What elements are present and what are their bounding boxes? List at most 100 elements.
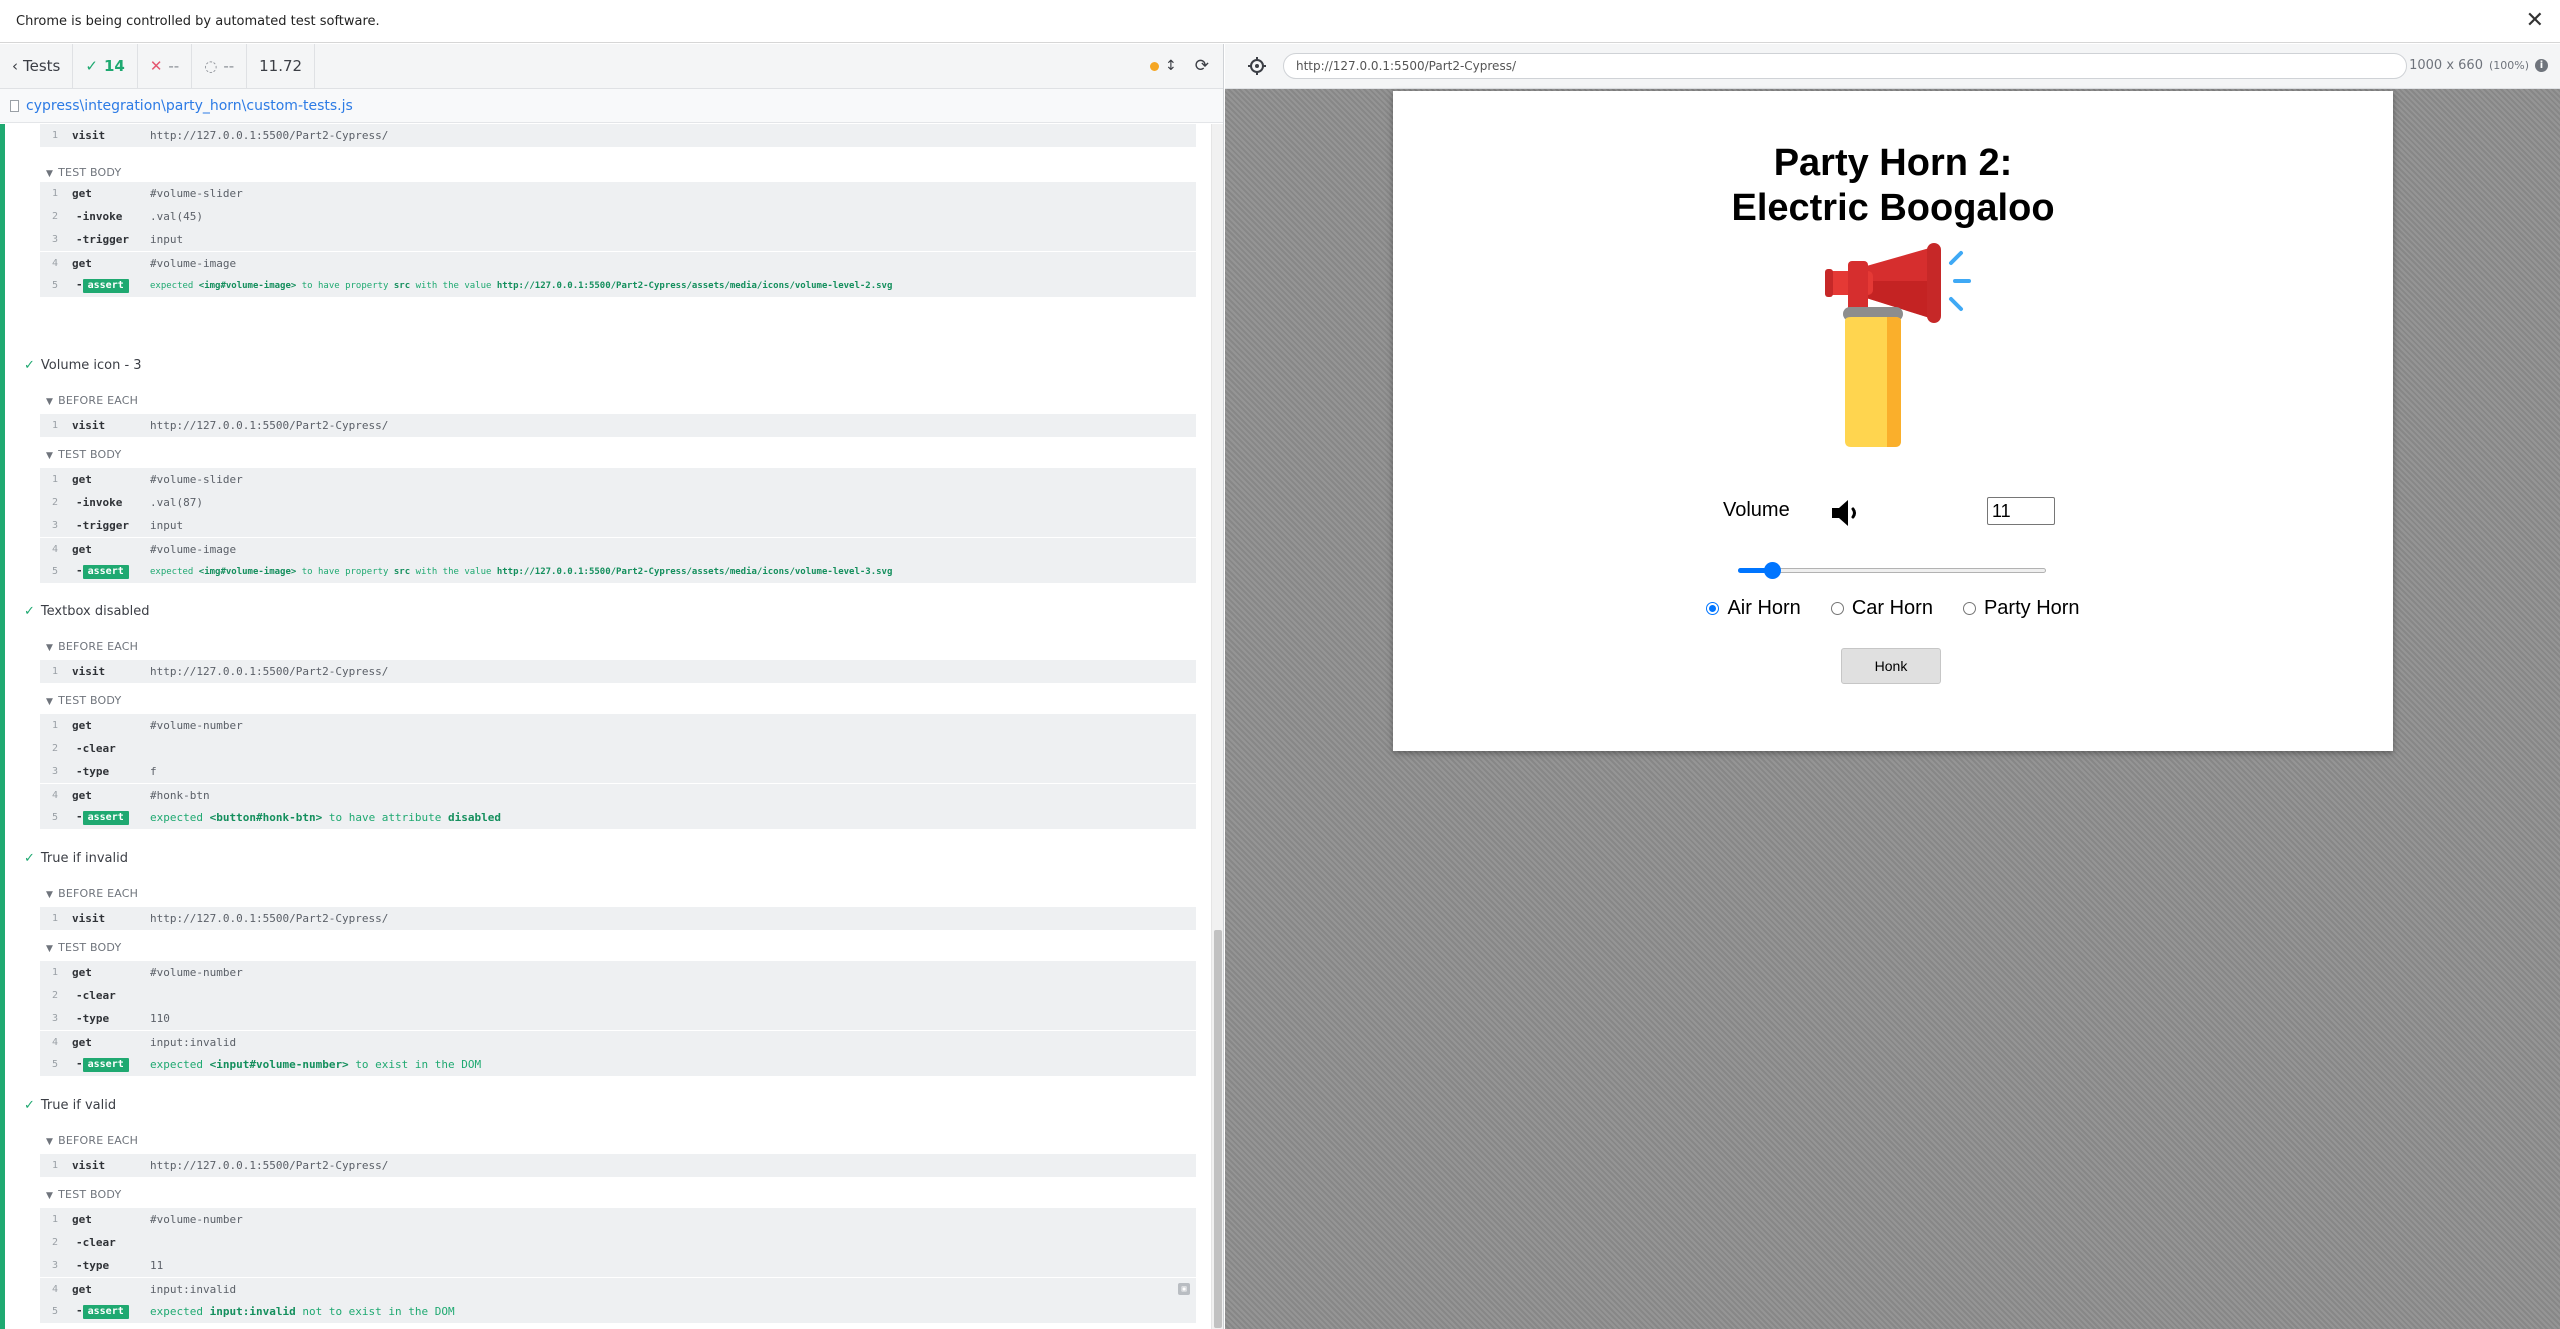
command-row[interactable]: 2 -clear — [40, 1231, 1196, 1254]
command-row[interactable]: 4 get input:invalid — [40, 1030, 1196, 1053]
failed-stat: ✕ -- — [138, 44, 193, 89]
assert-row[interactable]: 5- assert expected <button#honk-btn> to h… — [40, 806, 1196, 829]
volume-slider[interactable] — [1738, 561, 2046, 581]
assert-badge: assert — [82, 279, 129, 293]
check-icon: ✓ — [24, 1098, 35, 1113]
test-body-commands: 1 get #volume-slider 2 -invoke .val(45) 3 -tr… — [40, 182, 1196, 297]
test-body-label[interactable]: ▼ TEST BODY — [46, 1188, 121, 1201]
chevron-left-icon: ‹ — [12, 57, 18, 75]
command-row[interactable]: 1 visit http://127.0.0.1:5500/Part2-Cypres… — [40, 660, 1196, 683]
test-title[interactable]: ✓ Volume icon - 3 — [24, 358, 142, 373]
test-body-label[interactable]: ▼ TEST BODY — [46, 694, 121, 707]
before-each-commands: 1 visit http://127.0.0.1:5500/Part2-Cypres… — [40, 1154, 1196, 1177]
spec-path-bar: cypress\integration\party_horn\custom-te… — [0, 89, 1223, 123]
test-title[interactable]: ✓ Textbox disabled — [24, 604, 150, 619]
command-row[interactable]: 2 -clear — [40, 737, 1196, 760]
assert-badge: assert — [82, 1305, 129, 1319]
before-each-label[interactable]: ▼ BEFORE EACH — [46, 1134, 138, 1147]
command-row[interactable]: 4 get #honk-btn — [40, 783, 1196, 806]
command-row[interactable]: 4 get #volume-image — [40, 537, 1196, 560]
passed-stat: ✓ 14 — [73, 44, 138, 89]
info-icon[interactable]: i — [2535, 59, 2548, 72]
volume-label: Volume — [1723, 499, 1790, 521]
failed-count: -- — [168, 57, 180, 75]
radio-circle — [1962, 602, 1976, 615]
suite-status-strip — [0, 124, 5, 1329]
before-each-label[interactable]: ▼ BEFORE EACH — [46, 394, 138, 407]
auto-scroll-icon[interactable]: ↕ — [1165, 58, 1177, 74]
command-row[interactable]: 2 -invoke .val(87) — [40, 491, 1196, 514]
command-row[interactable]: 3 -type f — [40, 760, 1196, 783]
rerun-icon[interactable]: ⟳ — [1195, 56, 1209, 76]
command-row[interactable]: 1 visit http://127.0.0.1:5500/Part2-Cypres… — [40, 414, 1196, 437]
assert-badge: assert — [82, 1058, 129, 1072]
assert-row[interactable]: 5- assert expected input:invalid not to e… — [40, 1300, 1196, 1323]
app-frame: Party Horn 2: Electric Boogaloo Volume 1… — [1393, 91, 2393, 751]
spec-path[interactable]: cypress\integration\party_horn\custom-te… — [26, 98, 353, 114]
command-row[interactable]: 3 -type 110 — [40, 1007, 1196, 1030]
selector-playground-icon[interactable] — [1247, 56, 1267, 76]
before-each-label[interactable]: ▼ BEFORE EACH — [46, 640, 138, 653]
reporter-tools: ↕ ⟳ — [1150, 56, 1223, 76]
command-row[interactable]: 2 -clear — [40, 984, 1196, 1007]
aut-url-bar[interactable]: http://127.0.0.1:5500/Part2-Cypress/ — [1283, 53, 2407, 79]
volume-number-input[interactable]: 11 — [1987, 497, 2055, 525]
pending-stat: ◌ -- — [192, 44, 248, 89]
radio-air-horn[interactable]: Air Horn — [1706, 597, 1801, 620]
tests-back-button[interactable]: ‹ Tests — [0, 44, 74, 89]
command-row[interactable]: 4 get #volume-image — [40, 251, 1196, 274]
pending-count: -- — [223, 57, 235, 75]
command-row[interactable]: 2 -invoke .val(45) — [40, 205, 1196, 228]
assert-row[interactable]: 5- assert expected <input#volume-number> … — [40, 1053, 1196, 1076]
test-title[interactable]: ✓ True if invalid — [24, 851, 128, 866]
tests-label: Tests — [23, 57, 61, 75]
command-row[interactable]: 4 get input:invalid ▣ — [40, 1277, 1196, 1300]
passed-count: 14 — [103, 57, 125, 75]
reporter-header: ‹ Tests ✓ 14 ✕ -- ◌ -- 11.72 ↕ ⟳ — [0, 44, 1223, 89]
command-row[interactable]: 1 get #volume-slider — [40, 468, 1196, 491]
before-each-commands: 1 visit http://127.0.0.1:5500/Part2-Cypres… — [40, 907, 1196, 930]
reporter-panel: ‹ Tests ✓ 14 ✕ -- ◌ -- 11.72 ↕ ⟳ cypress… — [0, 44, 1224, 1329]
scrollbar-thumb[interactable] — [1214, 930, 1222, 1328]
radio-car-horn[interactable]: Car Horn — [1830, 597, 1933, 620]
status-dot-icon — [1150, 61, 1160, 71]
radio-circle — [1830, 602, 1844, 615]
pin-icon[interactable]: ▣ — [1178, 1283, 1190, 1295]
assert-badge: assert — [82, 565, 129, 579]
air-horn-icon — [1825, 243, 1971, 447]
page-title: Party Horn 2: Electric Boogaloo — [1731, 142, 2055, 229]
command-row[interactable]: 1 visit http://127.0.0.1:5500/Part2-Cypres… — [40, 1154, 1196, 1177]
reporter-scrollbar[interactable] — [1211, 124, 1223, 1329]
command-row[interactable]: 1 get #volume-number — [40, 714, 1196, 737]
honk-button[interactable]: Honk — [1841, 648, 1941, 684]
assert-row[interactable]: 5- assert expected <img#volume-image> to … — [40, 274, 1196, 297]
viewport-size: 1000 x 660 — [2409, 58, 2483, 73]
slider-thumb[interactable] — [1764, 562, 1781, 579]
radio-party-horn[interactable]: Party Horn — [1962, 597, 2080, 620]
command-row[interactable]: 3 -trigger input — [40, 228, 1196, 251]
volume-level-icon — [1832, 500, 1856, 526]
close-icon[interactable]: ✕ — [2526, 8, 2544, 34]
test-body-label[interactable]: ▼ TEST BODY — [46, 166, 121, 179]
test-body-label[interactable]: ▼ TEST BODY — [46, 941, 121, 954]
pending-icon: ◌ — [204, 57, 218, 75]
test-title[interactable]: ✓ True if valid — [24, 1098, 116, 1113]
command-row[interactable]: 1 visit http://127.0.0.1:5500/Part2-Cypres… — [40, 124, 1196, 147]
test-body-label[interactable]: ▼ TEST BODY — [46, 448, 121, 461]
check-icon: ✓ — [24, 358, 35, 373]
command-row[interactable]: 1 visit http://127.0.0.1:5500/Part2-Cypres… — [40, 907, 1196, 930]
command-row[interactable]: 1 get #volume-slider — [40, 182, 1196, 205]
assert-badge: assert — [82, 811, 129, 825]
command-row[interactable]: 3 -trigger input — [40, 514, 1196, 537]
command-row[interactable]: 1 get #volume-number — [40, 1208, 1196, 1231]
before-each-commands: 1 visit http://127.0.0.1:5500/Part2-Cypres… — [40, 414, 1196, 437]
test-body-commands: 1 get #volume-number 2 -clear 3 -type 11 4 get… — [40, 1208, 1196, 1323]
check-icon: ✓ — [24, 604, 35, 619]
infobar-message: Chrome is being controlled by automated … — [16, 13, 380, 29]
command-row[interactable]: 3 -type 11 — [40, 1254, 1196, 1277]
before-each-label[interactable]: ▼ BEFORE EACH — [46, 887, 138, 900]
aut-header: http://127.0.0.1:5500/Part2-Cypress/ 100… — [1225, 44, 2560, 89]
command-row[interactable]: 1 get #volume-number — [40, 961, 1196, 984]
assert-row[interactable]: 5- assert expected <img#volume-image> to … — [40, 560, 1196, 583]
check-icon: ✓ — [24, 851, 35, 866]
